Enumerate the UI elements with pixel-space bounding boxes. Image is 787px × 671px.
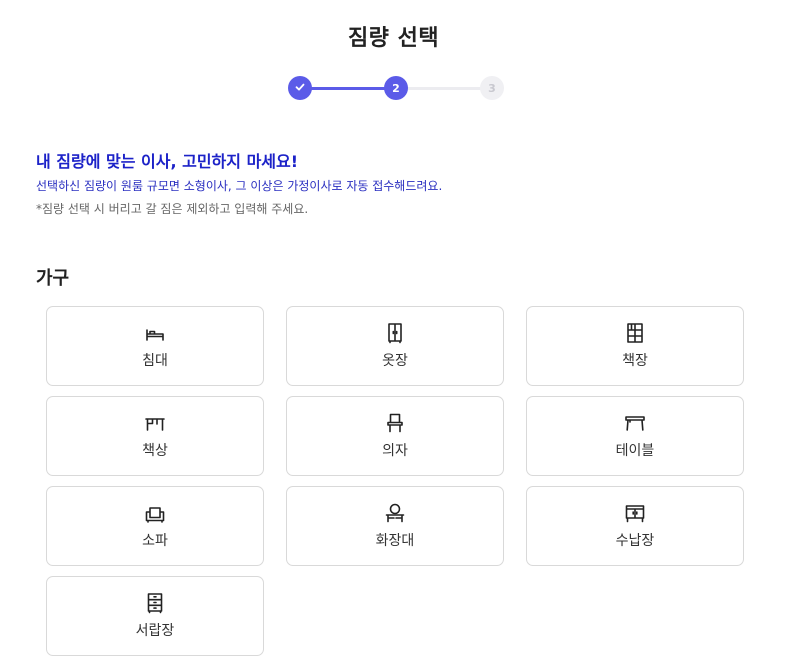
furniture-label: 책상 — [142, 443, 168, 459]
page-title: 짐량 선택 — [347, 26, 440, 51]
stepper-track-completed — [298, 87, 396, 90]
furniture-label: 테이블 — [615, 443, 655, 459]
furniture-label: 수납장 — [615, 533, 655, 549]
furniture-card-bookshelf[interactable]: 책장 — [526, 306, 744, 386]
wardrobe-icon — [383, 321, 407, 345]
section-title-furniture: 가구 — [36, 268, 70, 289]
bookshelf-icon — [623, 321, 647, 345]
furniture-card-chair[interactable]: 의자 — [286, 396, 504, 476]
drawer-chest-icon — [143, 591, 167, 615]
step-3-upcoming: 3 — [480, 76, 504, 100]
furniture-label: 책장 — [622, 353, 648, 369]
furniture-label: 화장대 — [375, 533, 415, 549]
stepper-track-remaining — [396, 87, 492, 90]
furniture-label: 소파 — [142, 533, 168, 549]
table-icon — [623, 411, 647, 435]
furniture-card-sofa[interactable]: 소파 — [46, 486, 264, 566]
furniture-label: 침대 — [142, 353, 168, 369]
furniture-label: 옷장 — [382, 353, 408, 369]
vanity-icon — [383, 501, 407, 525]
furniture-card-table[interactable]: 테이블 — [526, 396, 744, 476]
desk-icon — [143, 411, 167, 435]
step-2-current[interactable]: 2 — [384, 76, 408, 100]
progress-stepper: 2 3 — [286, 76, 508, 102]
chair-icon — [383, 411, 407, 435]
info-subtitle: 선택하신 짐량이 원룸 규모면 소형이사, 그 이상은 가정이사로 자동 접수해… — [36, 179, 443, 193]
step-1-completed[interactable] — [288, 76, 312, 100]
furniture-card-vanity[interactable]: 화장대 — [286, 486, 504, 566]
furniture-card-wardrobe[interactable]: 옷장 — [286, 306, 504, 386]
info-note: *짐량 선택 시 버리고 갈 짐은 제외하고 입력해 주세요. — [36, 202, 309, 216]
furniture-card-bed[interactable]: 침대 — [46, 306, 264, 386]
sofa-icon — [143, 501, 167, 525]
storage-cabinet-icon — [623, 501, 647, 525]
furniture-card-storage-cabinet[interactable]: 수납장 — [526, 486, 744, 566]
furniture-card-drawer-chest[interactable]: 서랍장 — [46, 576, 264, 656]
info-headline: 내 짐량에 맞는 이사, 고민하지 마세요! — [36, 152, 299, 171]
bed-icon — [143, 321, 167, 345]
check-icon — [294, 81, 306, 96]
furniture-label: 의자 — [382, 443, 408, 459]
furniture-label: 서랍장 — [135, 623, 175, 639]
furniture-card-desk[interactable]: 책상 — [46, 396, 264, 476]
furniture-grid: 침대 옷장 책장 책상 의자 테이블 소파 화장대 수납장 서랍장 — [46, 306, 744, 656]
